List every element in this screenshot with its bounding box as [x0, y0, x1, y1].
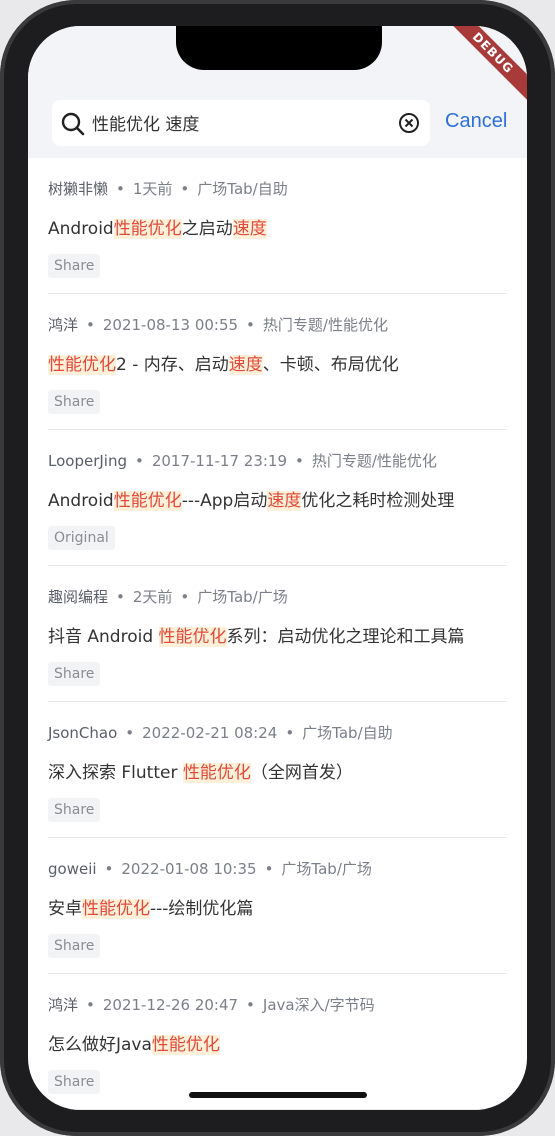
article-tag[interactable]: Share [48, 1070, 101, 1094]
article-time: 2022-01-08 10:35 [121, 860, 257, 878]
article-meta: 趣阅编程 • 2天前 • 广场Tab/广场 [48, 586, 288, 607]
article-category[interactable]: 热门专题/性能优化 [263, 316, 388, 334]
separator-dot: • [86, 996, 95, 1014]
article-meta: 鸿洋 • 2021-12-26 20:47 • Java深入/字节码 [48, 994, 375, 1015]
article-author[interactable]: 鸿洋 [48, 996, 78, 1014]
article-item[interactable]: LooperJing • 2017-11-17 23:19 • 热门专题/性能优化 And… [28, 430, 527, 566]
title-text: ---绘制优化篇 [150, 899, 254, 919]
article-item[interactable]: 鸿洋 • 2021-12-26 20:47 • Java深入/字节码怎么做好Java性能… [28, 974, 527, 1110]
separator-dot: • [86, 316, 95, 334]
separator-dot: • [285, 724, 295, 742]
separator-dot: • [246, 996, 255, 1014]
search-field[interactable]: 性能优化 速度 [52, 100, 430, 146]
article-author[interactable]: goweii [48, 860, 97, 878]
search-results-list: 树獭非懒 • 1天前 • 广场Tab/自助 Android性能优化之启动速度 Share 鸿洋… [28, 158, 527, 1110]
separator-dot: • [180, 588, 190, 606]
article-meta: 鸿洋 • 2021-08-13 00:55 • 热门专题/性能优化 [48, 314, 388, 335]
article-time: 2天前 [132, 588, 173, 606]
article-item[interactable]: 树獭非懒 • 1天前 • 广场Tab/自助 Android性能优化之启动速度 Share [28, 158, 527, 294]
article-title[interactable]: 深入探索 Flutter 性能优化（全网首发） [48, 758, 353, 783]
article-author[interactable]: JsonChao [48, 724, 117, 742]
keyword-highlight: 性能优化 [151, 1035, 220, 1055]
divider [48, 1109, 507, 1110]
article-time: 2017-11-17 23:19 [151, 452, 288, 470]
title-text: 安卓 [48, 899, 82, 919]
separator-dot: • [104, 860, 114, 878]
article-title[interactable]: Android性能优化---App启动速度优化之耗时检测处理 [48, 486, 454, 511]
article-title[interactable]: 性能优化2 - 内存、启动速度、卡顿、布局优化 [48, 350, 399, 375]
article-time: 2021-12-26 20:47 [102, 996, 239, 1014]
title-text: 怎么做好Java [48, 1035, 152, 1055]
keyword-highlight: 性能优化 [182, 763, 251, 783]
keyword-highlight: 速度 [232, 219, 267, 239]
keyword-highlight: 性能优化 [113, 219, 182, 239]
separator-dot: • [134, 452, 144, 470]
title-text: （全网首发） [250, 763, 353, 783]
article-meta: 树獭非懒 • 1天前 • 广场Tab/自助 [48, 178, 288, 199]
home-indicator [189, 1092, 367, 1098]
device-notch [176, 26, 382, 70]
search-input[interactable]: 性能优化 速度 [92, 110, 199, 135]
article-meta: goweii • 2022-01-08 10:35 • 广场Tab/广场 [48, 858, 372, 879]
title-text: Android [48, 219, 114, 239]
keyword-highlight: 性能优化 [113, 491, 182, 511]
article-time: 1天前 [132, 180, 173, 198]
title-text: 2 - 内存、启动 [116, 355, 229, 375]
keyword-highlight: 性能优化 [158, 627, 227, 647]
article-tag[interactable]: Share [48, 798, 101, 822]
cancel-button[interactable]: Cancel [445, 110, 507, 133]
article-author[interactable]: 鸿洋 [48, 316, 78, 334]
article-tag[interactable]: Share [48, 390, 101, 414]
article-tag[interactable]: Share [48, 934, 101, 958]
article-category[interactable]: 热门专题/性能优化 [312, 452, 437, 470]
article-title[interactable]: 安卓性能优化---绘制优化篇 [48, 894, 253, 919]
separator-dot: • [246, 316, 255, 334]
article-time: 2022-02-21 08:24 [142, 724, 278, 742]
article-category[interactable]: 广场Tab/广场 [197, 588, 287, 606]
article-category[interactable]: Java深入/字节码 [263, 996, 375, 1014]
keyword-highlight: 性能优化 [82, 899, 150, 919]
article-author[interactable]: 树獭非懒 [48, 180, 108, 198]
article-title[interactable]: Android性能优化之启动速度 [48, 214, 267, 239]
separator-dot: • [125, 724, 135, 742]
article-tag[interactable]: Share [48, 254, 101, 278]
article-item[interactable]: JsonChao • 2022-02-21 08:24 • 广场Tab/自助深入探索 F… [28, 702, 527, 838]
search-icon [61, 112, 85, 136]
article-meta: JsonChao • 2022-02-21 08:24 • 广场Tab/自助 [48, 722, 393, 743]
article-author[interactable]: 趣阅编程 [48, 588, 108, 606]
article-tag[interactable]: Original [48, 526, 115, 550]
article-item[interactable]: 趣阅编程 • 2天前 • 广场Tab/广场抖音 Android 性能优化系列：启动优化之… [28, 566, 527, 702]
title-text: ---App启动 [181, 491, 268, 511]
keyword-highlight: 速度 [228, 355, 263, 375]
app-screen: DEBUG 性能优化 速度 Cancel 树獭非懒 • 1天前 • 广场Tab/自助 An… [28, 26, 527, 1110]
separator-dot: • [295, 452, 304, 470]
title-text: 抖音 Android [48, 627, 159, 647]
article-author[interactable]: LooperJing [48, 452, 127, 470]
title-text: 之启动 [181, 219, 233, 239]
article-title[interactable]: 怎么做好Java性能优化 [48, 1030, 220, 1055]
title-text: 系列：启动优化之理论和工具篇 [226, 627, 465, 647]
article-category[interactable]: 广场Tab/自助 [197, 180, 287, 198]
title-text: 深入探索 Flutter [48, 763, 183, 783]
article-tag[interactable]: Share [48, 662, 101, 686]
article-item[interactable]: 鸿洋 • 2021-08-13 00:55 • 热门专题/性能优化性能优化2 - 内存、… [28, 294, 527, 430]
article-meta: LooperJing • 2017-11-17 23:19 • 热门专题/性能优化 [48, 450, 437, 471]
article-category[interactable]: 广场Tab/自助 [302, 724, 392, 742]
title-text: 、卡顿、布局优化 [262, 355, 399, 375]
separator-dot: • [116, 180, 125, 198]
article-item[interactable]: goweii • 2022-01-08 10:35 • 广场Tab/广场安卓性能优化--… [28, 838, 527, 974]
separator-dot: • [180, 180, 190, 198]
article-title[interactable]: 抖音 Android 性能优化系列：启动优化之理论和工具篇 [48, 622, 465, 647]
article-category[interactable]: 广场Tab/广场 [281, 860, 371, 878]
title-text: 优化之耗时检测处理 [301, 491, 455, 511]
separator-dot: • [116, 588, 125, 606]
title-text: Android [48, 491, 114, 511]
clear-icon[interactable] [398, 112, 420, 134]
article-time: 2021-08-13 00:55 [102, 316, 239, 334]
keyword-highlight: 速度 [267, 491, 302, 511]
keyword-highlight: 性能优化 [48, 355, 116, 375]
separator-dot: • [264, 860, 274, 878]
